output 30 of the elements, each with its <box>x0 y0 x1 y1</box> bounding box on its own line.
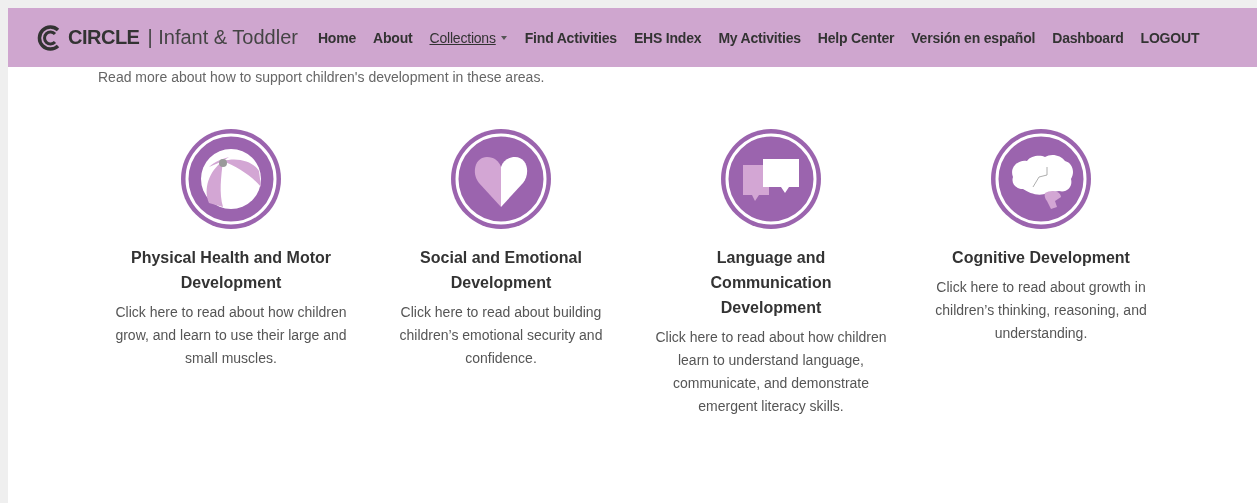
area-icon[interactable] <box>179 127 283 231</box>
heart-icon <box>474 157 528 207</box>
area-description: Click here to read about how children grow, and learn to use their large and small muscles. <box>114 303 348 368</box>
area-icon[interactable] <box>989 127 1093 231</box>
area-description: Click here to read about building children’s emotional security and confidence. <box>398 303 604 368</box>
area-title[interactable]: Physical Health and Motor Development <box>111 245 351 295</box>
brain-icon <box>1012 154 1073 209</box>
nav-link[interactable]: Dashboard <box>1052 29 1124 46</box>
logo-text[interactable]: CIRCLE <box>68 26 140 49</box>
nav-link[interactable]: My Activities <box>718 29 801 46</box>
area-icon[interactable] <box>449 127 553 231</box>
area-title[interactable]: Social and Emotional Development <box>381 245 621 295</box>
intro-text: Read more about how to support children's development in these areas. <box>98 69 546 85</box>
nav-link[interactable]: EHS Index <box>633 29 702 46</box>
area-description: Click here to read about growth in children’s thinking, reasoning, and understanding. <box>934 278 1148 343</box>
nav-link[interactable]: LOGOUT <box>1140 29 1200 46</box>
beach-ball-icon <box>201 149 261 209</box>
nav-link[interactable]: About <box>373 29 413 46</box>
area-icon[interactable] <box>719 127 823 231</box>
area-title[interactable]: Cognitive Development <box>952 245 1130 270</box>
site-subtitle: | Infant & Toddler <box>147 26 298 49</box>
nav-link[interactable]: Find Activities <box>524 29 617 46</box>
nav-link[interactable]: Versión en español <box>911 29 1036 46</box>
area-description: Click here to read about how children learn to understand language, communicate, and demonstrate emergent literacy skills. <box>654 328 888 416</box>
nav-link[interactable]: Collections <box>429 29 508 46</box>
speech-bubbles-icon <box>743 159 799 201</box>
nav-link[interactable]: Help Center <box>817 29 895 46</box>
caret-icon <box>499 34 508 41</box>
nav-link[interactable]: Home <box>317 29 357 46</box>
area-title[interactable]: Language and Communication Development <box>681 245 861 320</box>
